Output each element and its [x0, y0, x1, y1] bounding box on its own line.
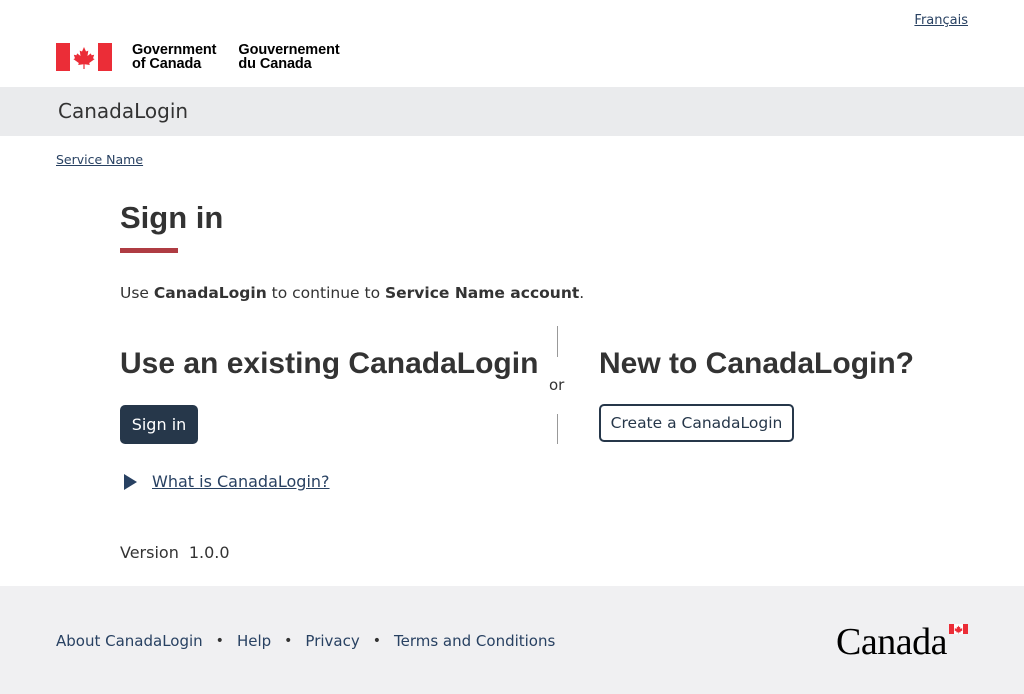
gov-en-line2: of Canada [132, 56, 202, 72]
intro-text: Use CanadaLogin to continue to Service N… [120, 284, 584, 302]
footer-links: About CanadaLogin • Help • Privacy • Ter… [56, 632, 555, 650]
or-divider-bottom [557, 414, 558, 444]
or-divider-top [557, 326, 558, 357]
intro-service-name: Service Name account [384, 284, 580, 302]
gov-fr-line2: du Canada [238, 56, 312, 72]
sign-in-button[interactable]: Sign in [120, 405, 198, 444]
wordmark-flag-icon [949, 624, 968, 634]
footer-link-terms[interactable]: Terms and Conditions [394, 632, 555, 650]
intro-middle: to continue to [266, 284, 385, 302]
version-label: Version [120, 543, 179, 562]
existing-account-heading: Use an existing CanadaLogin [120, 347, 539, 380]
footer-link-about[interactable]: About CanadaLogin [56, 632, 203, 650]
expand-triangle-icon [124, 473, 137, 490]
government-name-french: Gouvernement du Canada [238, 42, 340, 72]
app-bar: CanadaLogin [0, 87, 1024, 136]
footer-separator: • [215, 633, 224, 649]
create-account-button[interactable]: Create a CanadaLogin [599, 404, 794, 442]
details-summary-label[interactable]: What is CanadaLogin? [152, 472, 330, 491]
gov-fr-line1: Gouvernement [238, 42, 340, 58]
intro-suffix: . [579, 284, 585, 302]
page-title: Sign in [120, 200, 224, 235]
language-toggle-link[interactable]: Français [914, 13, 968, 28]
footer-separator: • [284, 633, 293, 649]
canada-wordmark: Canada [836, 620, 968, 663]
government-name-english: Government of Canada [132, 42, 217, 72]
intro-prefix: Use [120, 284, 154, 302]
new-account-heading: New to CanadaLogin? [599, 347, 914, 380]
title-underline [120, 248, 178, 253]
footer-link-help[interactable]: Help [237, 632, 271, 650]
or-label: or [549, 376, 565, 394]
canada-flag-icon [56, 43, 112, 71]
footer-separator: • [372, 633, 381, 649]
breadcrumb-service-name[interactable]: Service Name [56, 152, 143, 167]
version-info: Version 1.0.0 [120, 543, 230, 562]
what-is-canadalogin-details[interactable]: What is CanadaLogin? [124, 472, 330, 491]
canada-wordmark-text: Canada [836, 621, 947, 663]
government-signature[interactable]: Government of Canada Gouvernement du Can… [56, 43, 340, 73]
gov-en-line1: Government [132, 42, 217, 58]
app-title: CanadaLogin [58, 99, 189, 123]
intro-app-name: CanadaLogin [153, 284, 267, 302]
footer-link-privacy[interactable]: Privacy [305, 632, 359, 650]
version-value: 1.0.0 [188, 543, 230, 562]
